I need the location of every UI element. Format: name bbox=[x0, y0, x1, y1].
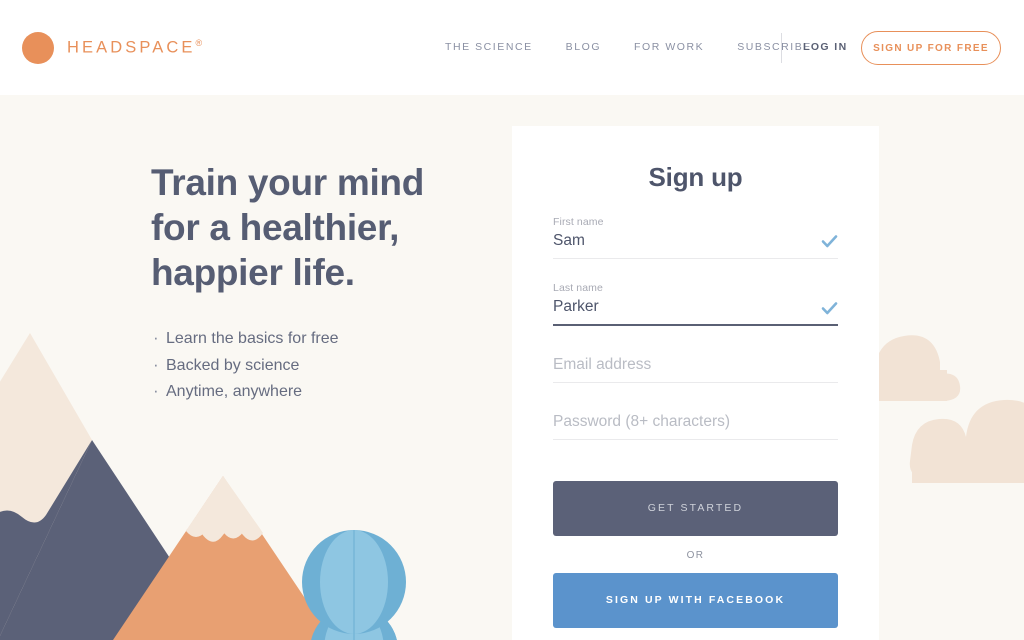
nav-item-for-work[interactable]: FOR WORK bbox=[634, 41, 704, 53]
logo-text: HEADSPACE® bbox=[67, 38, 203, 57]
hero-section: Train your mind for a healthier, happier… bbox=[151, 160, 491, 406]
list-item: Anytime, anywhere bbox=[151, 378, 491, 406]
signup-with-facebook-button[interactable]: SIGN UP WITH FACEBOOK bbox=[553, 572, 838, 628]
page-title: Train your mind for a healthier, happier… bbox=[151, 160, 491, 295]
logo[interactable]: HEADSPACE® bbox=[22, 31, 202, 65]
signup-title: Sign up bbox=[648, 162, 743, 192]
valid-check-icon bbox=[821, 235, 838, 248]
hot-air-balloon bbox=[302, 530, 406, 640]
email-underline bbox=[553, 381, 838, 383]
signup-for-free-button[interactable]: SIGN UP FOR FREE bbox=[861, 31, 1001, 65]
site-header: HEADSPACE® THE SCIENCE BLOG FOR WORK SUB… bbox=[0, 0, 1024, 95]
headline-line-1: Train your mind bbox=[151, 162, 425, 203]
header-divider bbox=[781, 33, 782, 63]
first-name-input[interactable] bbox=[553, 229, 838, 258]
email-input[interactable] bbox=[553, 355, 838, 382]
first-name-label: First name bbox=[553, 216, 604, 228]
password-underline bbox=[553, 438, 838, 440]
list-item: Backed by science bbox=[151, 352, 491, 380]
list-item: Learn the basics for free bbox=[151, 325, 491, 353]
mountain-orange bbox=[113, 476, 333, 640]
password-field bbox=[553, 412, 838, 440]
nav-item-subscribe[interactable]: SUBSCRIBE bbox=[737, 41, 812, 53]
email-field bbox=[553, 355, 838, 383]
valid-check-icon bbox=[821, 301, 838, 314]
benefits-list: Learn the basics for free Backed by scie… bbox=[151, 325, 491, 406]
headline-line-3: happier life. bbox=[151, 252, 355, 293]
last-name-field: Last name bbox=[553, 281, 838, 326]
login-link[interactable]: LOG IN bbox=[803, 41, 848, 53]
logo-circle-icon bbox=[22, 32, 54, 64]
last-name-label: Last name bbox=[553, 282, 603, 294]
or-divider-label: OR bbox=[686, 549, 705, 561]
trademark-icon: ® bbox=[195, 38, 203, 49]
signup-card: Sign up First name Last name bbox=[512, 126, 879, 640]
nav-item-blog[interactable]: BLOG bbox=[566, 41, 601, 53]
last-name-underline bbox=[553, 324, 838, 326]
first-name-field: First name bbox=[553, 215, 838, 259]
cloud-lower bbox=[909, 399, 1024, 483]
headline-line-2: for a healthier, bbox=[151, 207, 400, 248]
last-name-input[interactable] bbox=[553, 295, 838, 324]
password-input[interactable] bbox=[553, 412, 838, 439]
headspace-signup-page: HEADSPACE® THE SCIENCE BLOG FOR WORK SUB… bbox=[0, 0, 1024, 640]
get-started-button[interactable]: GET STARTED bbox=[553, 480, 838, 536]
first-name-underline bbox=[553, 258, 838, 259]
main-nav: THE SCIENCE BLOG FOR WORK SUBSCRIBE bbox=[445, 41, 845, 53]
nav-item-the-science[interactable]: THE SCIENCE bbox=[445, 41, 533, 53]
mountain-dark-snow bbox=[0, 333, 92, 636]
